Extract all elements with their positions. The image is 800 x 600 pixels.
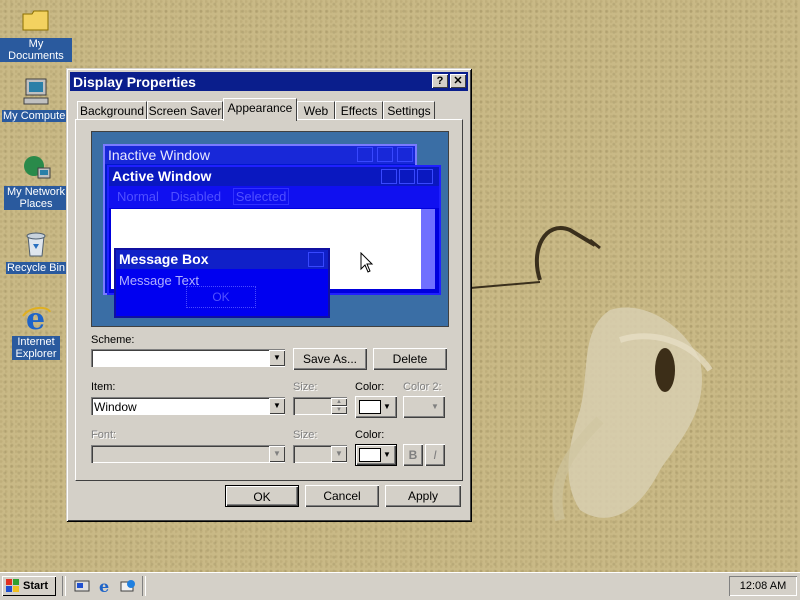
computer-icon xyxy=(20,76,52,108)
desktop-icon-label: Internet Explorer xyxy=(12,336,60,360)
delete-button[interactable]: Delete xyxy=(373,348,447,370)
quick-launch-separator xyxy=(62,576,66,596)
close-icon xyxy=(308,252,324,267)
preview-ok-button[interactable]: OK xyxy=(186,286,256,308)
font-dropdown xyxy=(91,445,285,463)
preview-menu-selected[interactable]: Selected xyxy=(232,188,290,205)
spin-down-icon: ▼ xyxy=(331,406,347,414)
preview-message-box-title: Message Box xyxy=(116,250,328,269)
appearance-preview[interactable]: Inactive Window Active Window Normal Dis… xyxy=(91,131,449,327)
close-icon xyxy=(417,169,433,184)
windows-logo-icon xyxy=(6,579,20,593)
show-desktop-icon[interactable] xyxy=(74,578,90,594)
taskbar-separator xyxy=(142,576,146,596)
item-dropdown[interactable]: Window xyxy=(91,397,285,415)
close-button[interactable]: ✕ xyxy=(450,74,466,88)
minimize-icon xyxy=(357,147,373,162)
desktop-icon-recycle-bin[interactable]: Recycle Bin xyxy=(0,228,72,274)
svg-text:e: e xyxy=(99,578,109,594)
svg-text:e: e xyxy=(26,302,45,334)
save-as-button[interactable]: Save As... xyxy=(293,348,367,370)
chevron-down-icon: ▼ xyxy=(331,446,347,462)
wallpaper-fishing-fly xyxy=(469,226,713,522)
item-label: Item: xyxy=(91,381,116,393)
tab-web[interactable]: Web xyxy=(297,101,335,120)
item-size-label: Size: xyxy=(293,381,318,393)
tab-screen-saver[interactable]: Screen Saver xyxy=(147,101,223,120)
ok-button[interactable]: OK xyxy=(225,485,299,507)
maximize-icon xyxy=(399,169,415,184)
network-icon xyxy=(20,152,52,184)
recycle-bin-icon xyxy=(20,228,52,260)
item-color2-label: Color 2: xyxy=(403,381,442,393)
title-bar[interactable]: Display Properties ? ✕ xyxy=(70,72,468,91)
italic-button: I xyxy=(425,444,445,466)
desktop-icon-label: My Documents xyxy=(0,38,72,62)
preview-scrollbar[interactable] xyxy=(421,209,435,289)
desktop-icon-label: My Network Places xyxy=(4,186,68,210)
display-properties-window: Display Properties ? ✕ Background Screen… xyxy=(66,68,471,521)
outlook-express-icon[interactable] xyxy=(120,578,136,594)
bold-button: B xyxy=(403,444,423,466)
chevron-down-icon: ▼ xyxy=(431,402,439,411)
folder-icon xyxy=(20,4,52,36)
minimize-icon xyxy=(381,169,397,184)
apply-button[interactable]: Apply xyxy=(385,485,461,507)
taskbar: Start e 12:08 AM xyxy=(0,572,800,600)
tab-effects[interactable]: Effects xyxy=(335,101,383,120)
tab-settings[interactable]: Settings xyxy=(383,101,435,120)
close-icon xyxy=(397,147,413,162)
font-size-label: Size: xyxy=(293,429,318,441)
tab-background[interactable]: Background xyxy=(77,101,147,120)
chevron-down-icon[interactable]: ▼ xyxy=(269,398,285,414)
mouse-cursor-icon xyxy=(360,252,374,273)
cancel-button[interactable]: Cancel xyxy=(305,485,379,507)
desktop-icon-my-documents[interactable]: My Documents xyxy=(0,4,72,62)
help-button[interactable]: ? xyxy=(432,74,448,88)
internet-explorer-icon[interactable]: e xyxy=(97,577,113,596)
chevron-down-icon: ▼ xyxy=(383,450,391,459)
desktop-icon-internet-explorer[interactable]: e Internet Explorer xyxy=(0,302,72,360)
color-swatch xyxy=(359,400,381,414)
font-color-label: Color: xyxy=(355,429,385,441)
desktop-icon-my-computer[interactable]: My Computer xyxy=(0,76,72,122)
preview-menu-normal[interactable]: Normal xyxy=(117,189,159,204)
item-color-picker[interactable]: ▼ xyxy=(355,396,397,418)
system-tray-clock[interactable]: 12:08 AM xyxy=(729,576,797,596)
font-color-picker[interactable]: ▼ xyxy=(355,444,397,466)
chevron-down-icon: ▼ xyxy=(383,402,391,411)
scheme-dropdown[interactable] xyxy=(91,349,285,367)
start-button[interactable]: Start xyxy=(2,576,56,596)
spin-up-icon: ▲ xyxy=(331,398,347,406)
item-color-label: Color: xyxy=(355,381,385,393)
item-color2-picker: ▼ xyxy=(403,396,445,418)
internet-explorer-icon: e xyxy=(20,302,52,337)
maximize-icon xyxy=(377,147,393,162)
font-label: Font: xyxy=(91,429,117,441)
desktop-icon-label: My Computer xyxy=(1,110,71,122)
chevron-down-icon: ▼ xyxy=(269,446,285,462)
tab-appearance[interactable]: Appearance xyxy=(223,98,297,121)
preview-menu-disabled[interactable]: Disabled xyxy=(171,189,222,204)
scheme-label: Scheme: xyxy=(91,334,135,346)
window-title: Display Properties xyxy=(73,74,196,90)
preview-message-box[interactable]: Message Box Message Text OK xyxy=(114,248,330,318)
desktop-icon-label: Recycle Bin xyxy=(5,262,67,274)
start-label: Start xyxy=(23,580,49,592)
preview-menu-bar: Normal Disabled Selected xyxy=(109,186,439,208)
desktop-icon-my-network-places[interactable]: My Network Places xyxy=(0,152,72,210)
chevron-down-icon[interactable]: ▼ xyxy=(269,350,285,366)
color-swatch xyxy=(359,448,381,462)
